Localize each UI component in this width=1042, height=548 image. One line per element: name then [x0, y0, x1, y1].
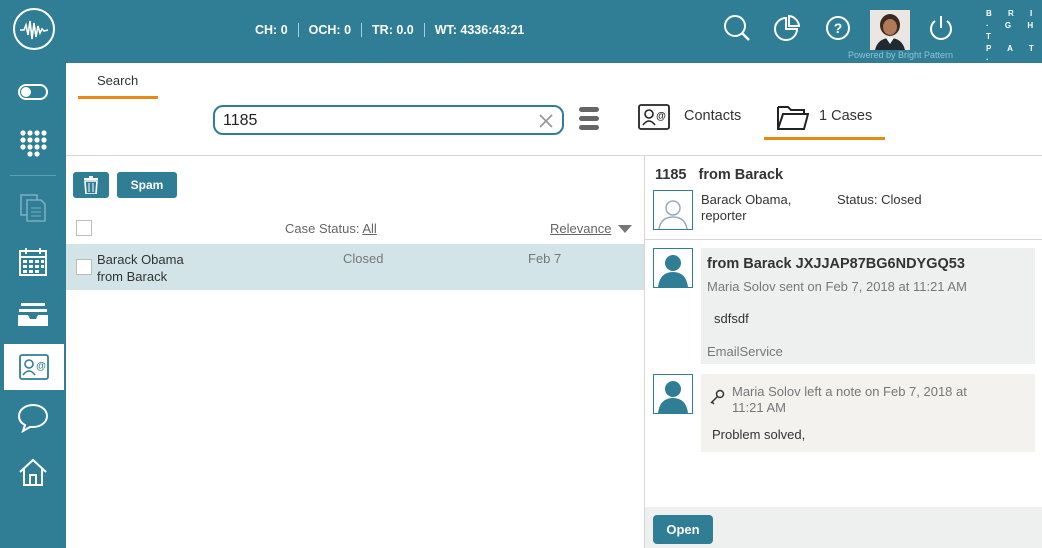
search-box — [213, 105, 564, 135]
message-item[interactable]: from Barack JXJJAP87BG6NDYGQ53 Maria Sol… — [701, 248, 1035, 364]
row-status: Closed — [343, 251, 384, 266]
sort-arrow-icon[interactable] — [618, 225, 632, 233]
case-subject: from Barack — [698, 167, 784, 183]
top-bar: CH: 0 OCH: 0 TR: 0.0 WT: 4336:43:21 ? Po… — [0, 0, 1042, 87]
message-service: EmailService — [707, 344, 783, 359]
folder-icon — [777, 106, 809, 130]
search-input[interactable] — [223, 110, 523, 131]
message-subject: from Barack JXJJAP87BG6NDYGQ53 — [707, 256, 965, 272]
clear-search-icon[interactable] — [538, 113, 554, 129]
contacts-icon[interactable]: @ — [4, 344, 64, 390]
message-meta: Maria Solov sent on Feb 7, 2018 at 11:21… — [707, 279, 967, 294]
sort-relevance-link[interactable]: Relevance — [550, 221, 611, 236]
svg-text:?: ? — [834, 20, 843, 36]
chat-icon[interactable] — [0, 395, 66, 441]
note-body: Problem solved, — [712, 427, 806, 442]
stat-ch: CH: 0 — [255, 23, 288, 37]
search-tab-label: Search — [97, 73, 139, 88]
stat-och: OCH: 0 — [308, 23, 352, 37]
search-icon[interactable] — [722, 13, 752, 43]
key-icon — [710, 389, 725, 405]
contact-card-icon: @ — [638, 104, 670, 130]
case-status-filter: Case Status: All — [285, 221, 377, 236]
stat-wt: WT: 4336:43:21 — [434, 23, 525, 37]
tab-cases-label: 1 Cases — [819, 108, 873, 124]
left-nav: @ — [0, 63, 66, 548]
dialpad-icon[interactable] — [0, 120, 66, 166]
message-body: sdfsdf — [714, 311, 749, 326]
row-date: Feb 7 — [528, 251, 562, 266]
brand-logo: B R I · G H T P A T · T E R N — [986, 9, 1042, 87]
documents-icon[interactable] — [0, 185, 66, 231]
table-row[interactable]: Barack Obama from Barack Closed Feb 7 — [66, 244, 644, 290]
case-status-value[interactable]: All — [362, 221, 376, 236]
row-subject: from Barack — [97, 269, 168, 284]
stat-tr: TR: 0.0 — [372, 23, 414, 37]
case-title: 1185 from Barack — [655, 167, 783, 183]
tab-contacts-label: Contacts — [684, 108, 742, 124]
row-name: Barack Obama from Barack — [97, 251, 184, 285]
case-status: Status: Closed — [837, 192, 922, 207]
note-author-avatar-icon — [653, 374, 693, 414]
search-tab[interactable]: Search — [78, 63, 158, 99]
toggle-icon[interactable] — [0, 69, 66, 115]
contact-role: reporter — [701, 208, 747, 223]
row-checkbox[interactable] — [76, 259, 92, 275]
menu-icon[interactable] — [579, 107, 599, 133]
row-contact: Barack Obama — [97, 252, 184, 267]
case-status-label: Case Status: — [285, 221, 360, 236]
tab-contacts[interactable]: @ Contacts — [638, 100, 758, 138]
svg-text:@: @ — [656, 111, 666, 122]
agent-stats: CH: 0 OCH: 0 TR: 0.0 WT: 4336:43:21 — [255, 23, 524, 37]
delete-button[interactable] — [73, 172, 109, 198]
powered-by: Powered by Bright Pattern — [848, 50, 954, 60]
inbox-icon[interactable] — [0, 291, 66, 337]
calendar-icon[interactable] — [0, 239, 66, 285]
open-button[interactable]: Open — [653, 515, 713, 544]
sender-avatar-icon — [653, 248, 693, 288]
help-icon[interactable]: ? — [823, 13, 853, 43]
svg-text:@: @ — [36, 361, 46, 372]
spam-button[interactable]: Spam — [117, 172, 177, 198]
home-icon[interactable] — [0, 449, 66, 495]
select-all-checkbox[interactable] — [76, 220, 92, 236]
contact-name[interactable]: Barack Obama, reporter — [701, 192, 791, 224]
case-number: 1185 — [655, 167, 687, 183]
tab-cases[interactable]: 1 Cases — [764, 100, 885, 140]
pie-chart-icon[interactable] — [772, 13, 802, 43]
user-avatar[interactable] — [870, 10, 910, 50]
note-meta: Maria Solov left a note on Feb 7, 2018 a… — [732, 384, 967, 415]
power-icon[interactable] — [926, 13, 956, 43]
contact-avatar-icon — [653, 190, 693, 230]
note-item[interactable]: Maria Solov left a note on Feb 7, 2018 a… — [701, 374, 1035, 452]
trash-icon — [84, 176, 98, 194]
waveform-logo-icon — [13, 8, 55, 50]
